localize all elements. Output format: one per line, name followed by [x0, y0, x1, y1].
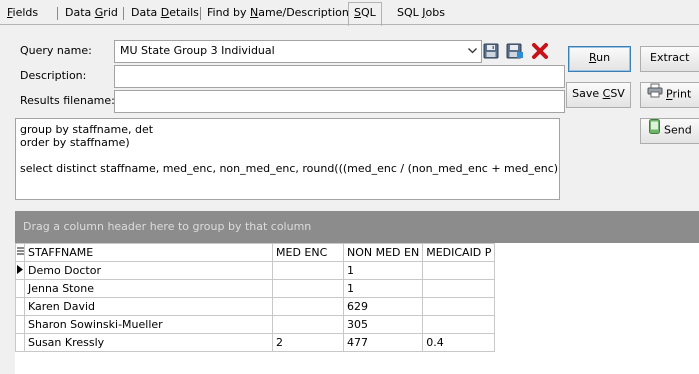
- tab-find-by-name[interactable]: Find by Name/Description: [202, 4, 354, 24]
- cell-staffname[interactable]: Sharon Sowinski-Mueller: [24, 315, 273, 334]
- cell-staffname[interactable]: Jenna Stone: [24, 279, 273, 298]
- save-as-query-button[interactable]: [504, 42, 525, 62]
- tab-label-pre: Find by: [207, 6, 251, 19]
- extract-label: Extract: [650, 51, 690, 64]
- cell-medicaid-p[interactable]: [422, 315, 496, 334]
- row-indicator: [15, 333, 25, 352]
- cell-staffname[interactable]: Karen David: [24, 297, 273, 316]
- cell-non-med-enc[interactable]: 305: [342, 315, 424, 334]
- cell-med-enc[interactable]: [272, 315, 344, 334]
- column-header-medicaid-p[interactable]: MEDICAID P: [422, 243, 496, 262]
- tab-data-details[interactable]: Data Details: [126, 4, 204, 24]
- description-label: Description:: [20, 69, 87, 82]
- table-row[interactable]: Sharon Sowinski-Mueller 305: [15, 315, 496, 334]
- query-name-label: Query name:: [20, 44, 92, 57]
- cell-medicaid-p[interactable]: [422, 261, 496, 280]
- tab-separator: [123, 7, 124, 20]
- tab-separator: [57, 7, 58, 20]
- cell-non-med-enc[interactable]: 477: [342, 333, 424, 352]
- cell-staffname[interactable]: Demo Doctor: [24, 261, 273, 280]
- run-label-post: un: [596, 51, 611, 64]
- group-by-panel[interactable]: Drag a column header here to group by th…: [15, 211, 699, 243]
- cell-non-med-enc[interactable]: 629: [342, 297, 424, 316]
- tab-fields[interactable]: Fields: [2, 4, 43, 24]
- table-row[interactable]: Demo Doctor 1: [15, 261, 496, 280]
- results-filename-label: Results filename:: [20, 94, 115, 107]
- extract-button[interactable]: Extract: [640, 46, 699, 72]
- floppy-disk-plus-icon: [506, 43, 524, 62]
- save-csv-button[interactable]: Save CSV: [566, 82, 631, 108]
- print-button[interactable]: Print: [640, 82, 699, 108]
- table-header-row: STAFFNAME MED ENC NON MED EN MEDICAID P: [15, 243, 496, 262]
- cell-med-enc[interactable]: [272, 279, 344, 298]
- save-query-button[interactable]: [480, 42, 501, 62]
- tab-label-pre: Data: [65, 6, 95, 19]
- send-button[interactable]: Send: [640, 118, 699, 144]
- cell-medicaid-p[interactable]: [422, 297, 496, 316]
- cell-staffname[interactable]: Susan Kressly: [24, 333, 273, 352]
- table-row[interactable]: Susan Kressly 2 477 0.4: [15, 333, 496, 352]
- cell-medicaid-p[interactable]: [422, 279, 496, 298]
- tab-data-grid[interactable]: Data Grid: [60, 4, 123, 24]
- table-row[interactable]: Karen David 629: [15, 297, 496, 316]
- printer-icon: [647, 83, 663, 106]
- cell-medicaid-p[interactable]: 0.4: [422, 333, 496, 352]
- save-csv-label-pre: Save: [572, 87, 603, 100]
- column-header-staffname[interactable]: STAFFNAME: [24, 243, 273, 262]
- tab-label-pre: Data: [131, 6, 161, 19]
- tab-label-post: ields: [12, 6, 39, 19]
- query-name-select[interactable]: MU State Group 3 Individual: [114, 40, 482, 63]
- cell-med-enc[interactable]: [272, 297, 344, 316]
- tab-bar: Fields Data Grid Data Details Find by Na…: [0, 0, 699, 26]
- send-label: Send: [664, 123, 692, 137]
- table-row[interactable]: Jenna Stone 1: [15, 279, 496, 298]
- results-filename-field[interactable]: [114, 90, 565, 113]
- results-table: STAFFNAME MED ENC NON MED EN MEDICAID P …: [15, 243, 496, 352]
- tab-label-post: obs: [425, 6, 445, 19]
- row-indicator: [15, 297, 25, 316]
- tab-separator: [200, 7, 201, 20]
- cell-med-enc[interactable]: [272, 261, 344, 280]
- tab-sql[interactable]: SQL: [348, 2, 382, 26]
- tab-divider: [0, 24, 699, 25]
- row-indicator: [15, 279, 25, 298]
- red-x-icon: [531, 42, 549, 63]
- cell-non-med-enc[interactable]: 1: [342, 279, 424, 298]
- chevron-down-icon: [466, 41, 478, 60]
- column-chooser-icon[interactable]: [15, 243, 25, 262]
- tab-label-post: etails: [169, 6, 199, 19]
- query-name-value: MU State Group 3 Individual: [120, 44, 275, 57]
- save-csv-label-post: SV: [610, 87, 625, 100]
- data-grid: STAFFNAME MED ENC NON MED EN MEDICAID P …: [15, 243, 699, 374]
- tab-label-post: rid: [103, 6, 118, 19]
- tab-label-post: QL: [360, 6, 376, 19]
- description-field[interactable]: [114, 65, 565, 88]
- tab-label-post: ame/Description: [258, 6, 349, 19]
- delete-query-button[interactable]: [529, 42, 550, 62]
- sql-editor[interactable]: group by staffname, det order by staffna…: [15, 118, 560, 200]
- print-label-post: rint: [672, 87, 692, 101]
- column-header-non-med-enc[interactable]: NON MED EN: [342, 243, 424, 262]
- cell-non-med-enc[interactable]: 1: [342, 261, 424, 280]
- cell-med-enc[interactable]: 2: [272, 333, 344, 352]
- row-indicator-icon: [15, 261, 25, 280]
- floppy-disk-icon: [483, 43, 499, 62]
- tab-label-pre: SQL: [397, 6, 423, 19]
- tab-sql-jobs[interactable]: SQL Jobs: [392, 4, 450, 24]
- row-indicator: [15, 315, 25, 334]
- run-button[interactable]: Run: [568, 46, 631, 72]
- column-header-med-enc[interactable]: MED ENC: [272, 243, 344, 262]
- tab-label-accel: S: [354, 6, 361, 19]
- tab-label-accel: D: [160, 6, 170, 19]
- phone-icon: [649, 119, 660, 142]
